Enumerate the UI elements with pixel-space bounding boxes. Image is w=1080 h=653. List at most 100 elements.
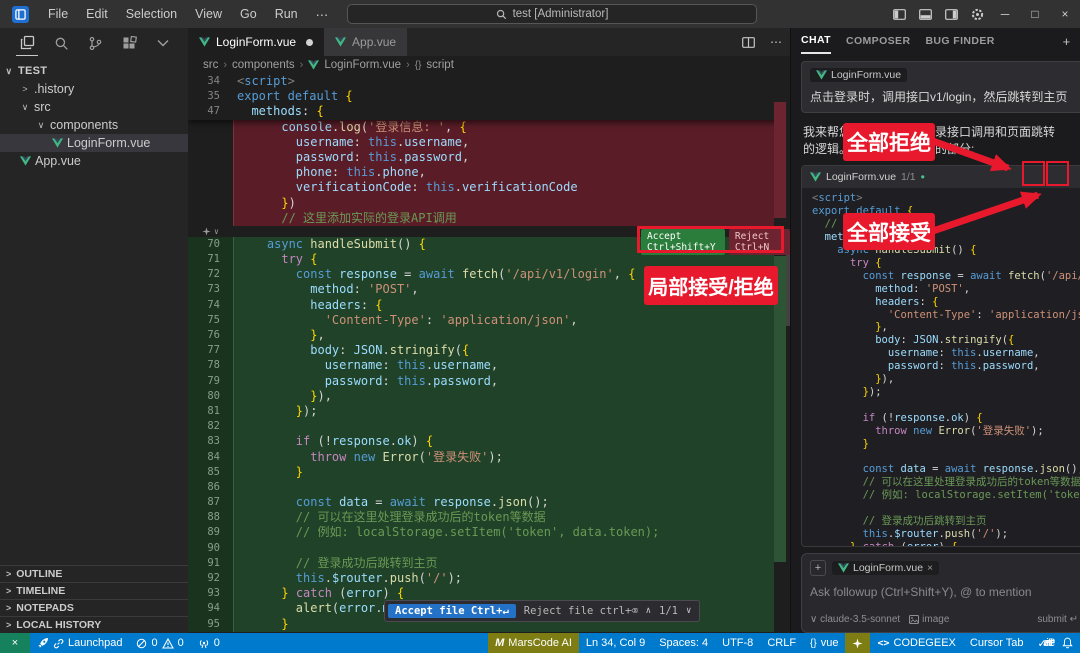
reject-diff-button[interactable]: Reject Ctrl+N	[729, 229, 790, 255]
search-text: test [Administrator]	[513, 8, 609, 20]
layout-panel-icon[interactable]	[912, 0, 938, 28]
user-message-card: LoginForm.vue 点击登录时，调用接口v1/login，然后跳转到主页	[801, 61, 1080, 113]
menu-more[interactable]: ⋯	[307, 7, 338, 22]
chat-input-box[interactable]: + LoginForm.vue × Ask followup (Ctrl+Shi…	[801, 553, 1080, 633]
sticky-line: 34<script>	[188, 74, 790, 89]
section-outline[interactable]: >OUTLINE	[0, 565, 188, 582]
encoding-status[interactable]: UTF-8	[715, 633, 760, 653]
vue-file-icon	[810, 172, 821, 182]
added-code-line: 84 throw new Error('登录失败');	[188, 450, 790, 465]
layout-sidebar-left-icon[interactable]	[886, 0, 912, 28]
tree-item--history[interactable]: >.history	[0, 80, 188, 98]
prev-diff-icon[interactable]: ∧	[646, 606, 651, 616]
cursor-tab-status-item[interactable]: Cursor Tab	[963, 633, 1031, 653]
minimap-deleted-block	[774, 102, 786, 218]
menu-go[interactable]: Go	[231, 7, 266, 22]
notifications-bell-icon[interactable]	[1055, 633, 1080, 653]
chat-code-line: // 登录成功后跳转到主页	[812, 515, 1080, 528]
split-editor-icon[interactable]	[734, 28, 762, 56]
marscode-ai-status-item[interactable]: M MarsCode AI	[488, 633, 579, 653]
section-timeline[interactable]: >TIMELINE	[0, 582, 188, 599]
tree-item-test[interactable]: ∨TEST	[0, 62, 188, 80]
tree-item-loginform-vue[interactable]: LoginForm.vue	[0, 134, 188, 152]
editor-more-actions-icon[interactable]: ⋯	[762, 28, 790, 56]
new-chat-icon[interactable]: +	[1058, 34, 1076, 49]
chat-code-block: LoginForm.vue 1/1 • × ✓ <script>export d…	[801, 165, 1080, 547]
accept-file-button[interactable]: Accept file Ctrl+↵	[388, 604, 516, 618]
tab-loginform-vue[interactable]: LoginForm.vue	[188, 28, 324, 56]
added-code-line: 89 // 例如: localStorage.setItem('token', …	[188, 525, 790, 540]
input-context-chip[interactable]: LoginForm.vue ×	[832, 561, 939, 575]
deleted-code-line: console.log('登录信息: ', {	[188, 120, 790, 135]
reject-file-button[interactable]: Reject file ctrl+⌫	[524, 605, 638, 617]
menu-edit[interactable]: Edit	[77, 7, 117, 22]
window-close-button[interactable]: ×	[1050, 0, 1080, 28]
submit-button[interactable]: submit ↵	[1037, 614, 1078, 625]
problems-status-item[interactable]: 0 0	[129, 633, 190, 653]
vue-file-icon	[335, 37, 346, 47]
sidebar: ∨TEST>.history∨src∨componentsLoginForm.v…	[0, 28, 188, 633]
chat-code-header: LoginForm.vue 1/1 • × ✓	[802, 166, 1080, 188]
breadcrumb-file[interactable]: LoginForm.vue	[324, 59, 401, 71]
diff-counter: 1/1	[659, 605, 678, 617]
menu-selection[interactable]: Selection	[117, 7, 186, 22]
source-control-icon[interactable]	[84, 30, 106, 56]
add-context-button[interactable]: +	[810, 560, 826, 576]
model-selector[interactable]: ∨ claude-3.5-sonnet	[810, 614, 900, 625]
tab-composer[interactable]: COMPOSER	[846, 28, 910, 54]
vue-file-icon	[816, 70, 827, 80]
sticky-scroll-lines: 34<script>35export default {47 methods: …	[188, 74, 790, 120]
vue-file-icon	[308, 60, 319, 70]
explorer-icon[interactable]	[16, 30, 38, 56]
braces-icon: {}	[810, 638, 817, 649]
tab-bug-finder[interactable]: BUG FINDER	[925, 28, 994, 54]
attach-image-button[interactable]: image	[909, 614, 949, 625]
ports-status-item[interactable]: 0	[191, 633, 227, 653]
language-mode-status[interactable]: {} vue	[803, 633, 845, 653]
tree-item-src[interactable]: ∨src	[0, 98, 188, 116]
added-code-line: 92 this.$router.push('/');	[188, 571, 790, 586]
chat-tab-bar: CHAT COMPOSER BUG FINDER + ↺ ⋯ ×	[791, 28, 1080, 54]
code-editor[interactable]: 34<script>35export default {47 methods: …	[188, 74, 790, 633]
breadcrumb-components[interactable]: components	[232, 59, 295, 71]
section-notepads[interactable]: >NOTEPADS	[0, 599, 188, 616]
braces-icon: {}	[415, 60, 422, 71]
tree-item-app-vue[interactable]: App.vue	[0, 152, 188, 170]
context-file-chip[interactable]: LoginForm.vue	[810, 68, 907, 82]
indentation-status[interactable]: Spaces: 4	[652, 633, 715, 653]
menu-view[interactable]: View	[186, 7, 231, 22]
codegeex-status-item[interactable]: <> CODEGEEX	[870, 633, 962, 653]
search-sidebar-icon[interactable]	[50, 30, 72, 56]
more-views-chevron-icon[interactable]	[152, 30, 174, 56]
remove-chip-icon[interactable]: ×	[927, 562, 933, 574]
eol-status[interactable]: CRLF	[760, 633, 803, 653]
window-maximize-button[interactable]: □	[1020, 0, 1050, 28]
command-search-box[interactable]: test [Administrator]	[347, 4, 757, 24]
tree-item-components[interactable]: ∨components	[0, 116, 188, 134]
accept-diff-button[interactable]: Accept Ctrl+Shift+Y	[641, 229, 725, 255]
window-minimize-button[interactable]: ─	[990, 0, 1020, 28]
remote-indicator[interactable]: ×	[0, 633, 30, 653]
menu-file[interactable]: File	[39, 7, 77, 22]
next-diff-icon[interactable]: ∨	[686, 606, 691, 616]
cursor-position-status[interactable]: Ln 34, Col 9	[579, 633, 652, 653]
prettier-status-item[interactable]: ✓✓ Prettier	[1031, 633, 1056, 653]
tab-chat[interactable]: CHAT	[801, 28, 831, 54]
menu-run[interactable]: Run	[266, 7, 307, 22]
added-code-line: 86	[188, 480, 790, 495]
ai-sparkle-status-item[interactable]	[845, 633, 870, 653]
scrollbar-thumb[interactable]	[786, 254, 790, 326]
tab-app-vue[interactable]: App.vue	[324, 28, 408, 56]
unsaved-dot-icon[interactable]	[306, 39, 313, 46]
chat-code-line: body: JSON.stringify({	[812, 334, 1080, 347]
added-code-line: 88 // 可以在这里处理登录成功后的token等数据	[188, 510, 790, 525]
layout-sidebar-right-icon[interactable]	[938, 0, 964, 28]
breadcrumb-symbol[interactable]: script	[426, 59, 453, 71]
layout-customize-gear-icon[interactable]	[964, 0, 990, 28]
minimap[interactable]	[774, 74, 790, 633]
extensions-icon[interactable]	[118, 30, 140, 56]
breadcrumb-src[interactable]: src	[203, 59, 218, 71]
chat-code-counter: 1/1	[901, 171, 916, 183]
launchpad-status-item[interactable]: Launchpad	[30, 633, 129, 653]
section-local-history[interactable]: >LOCAL HISTORY	[0, 616, 188, 633]
